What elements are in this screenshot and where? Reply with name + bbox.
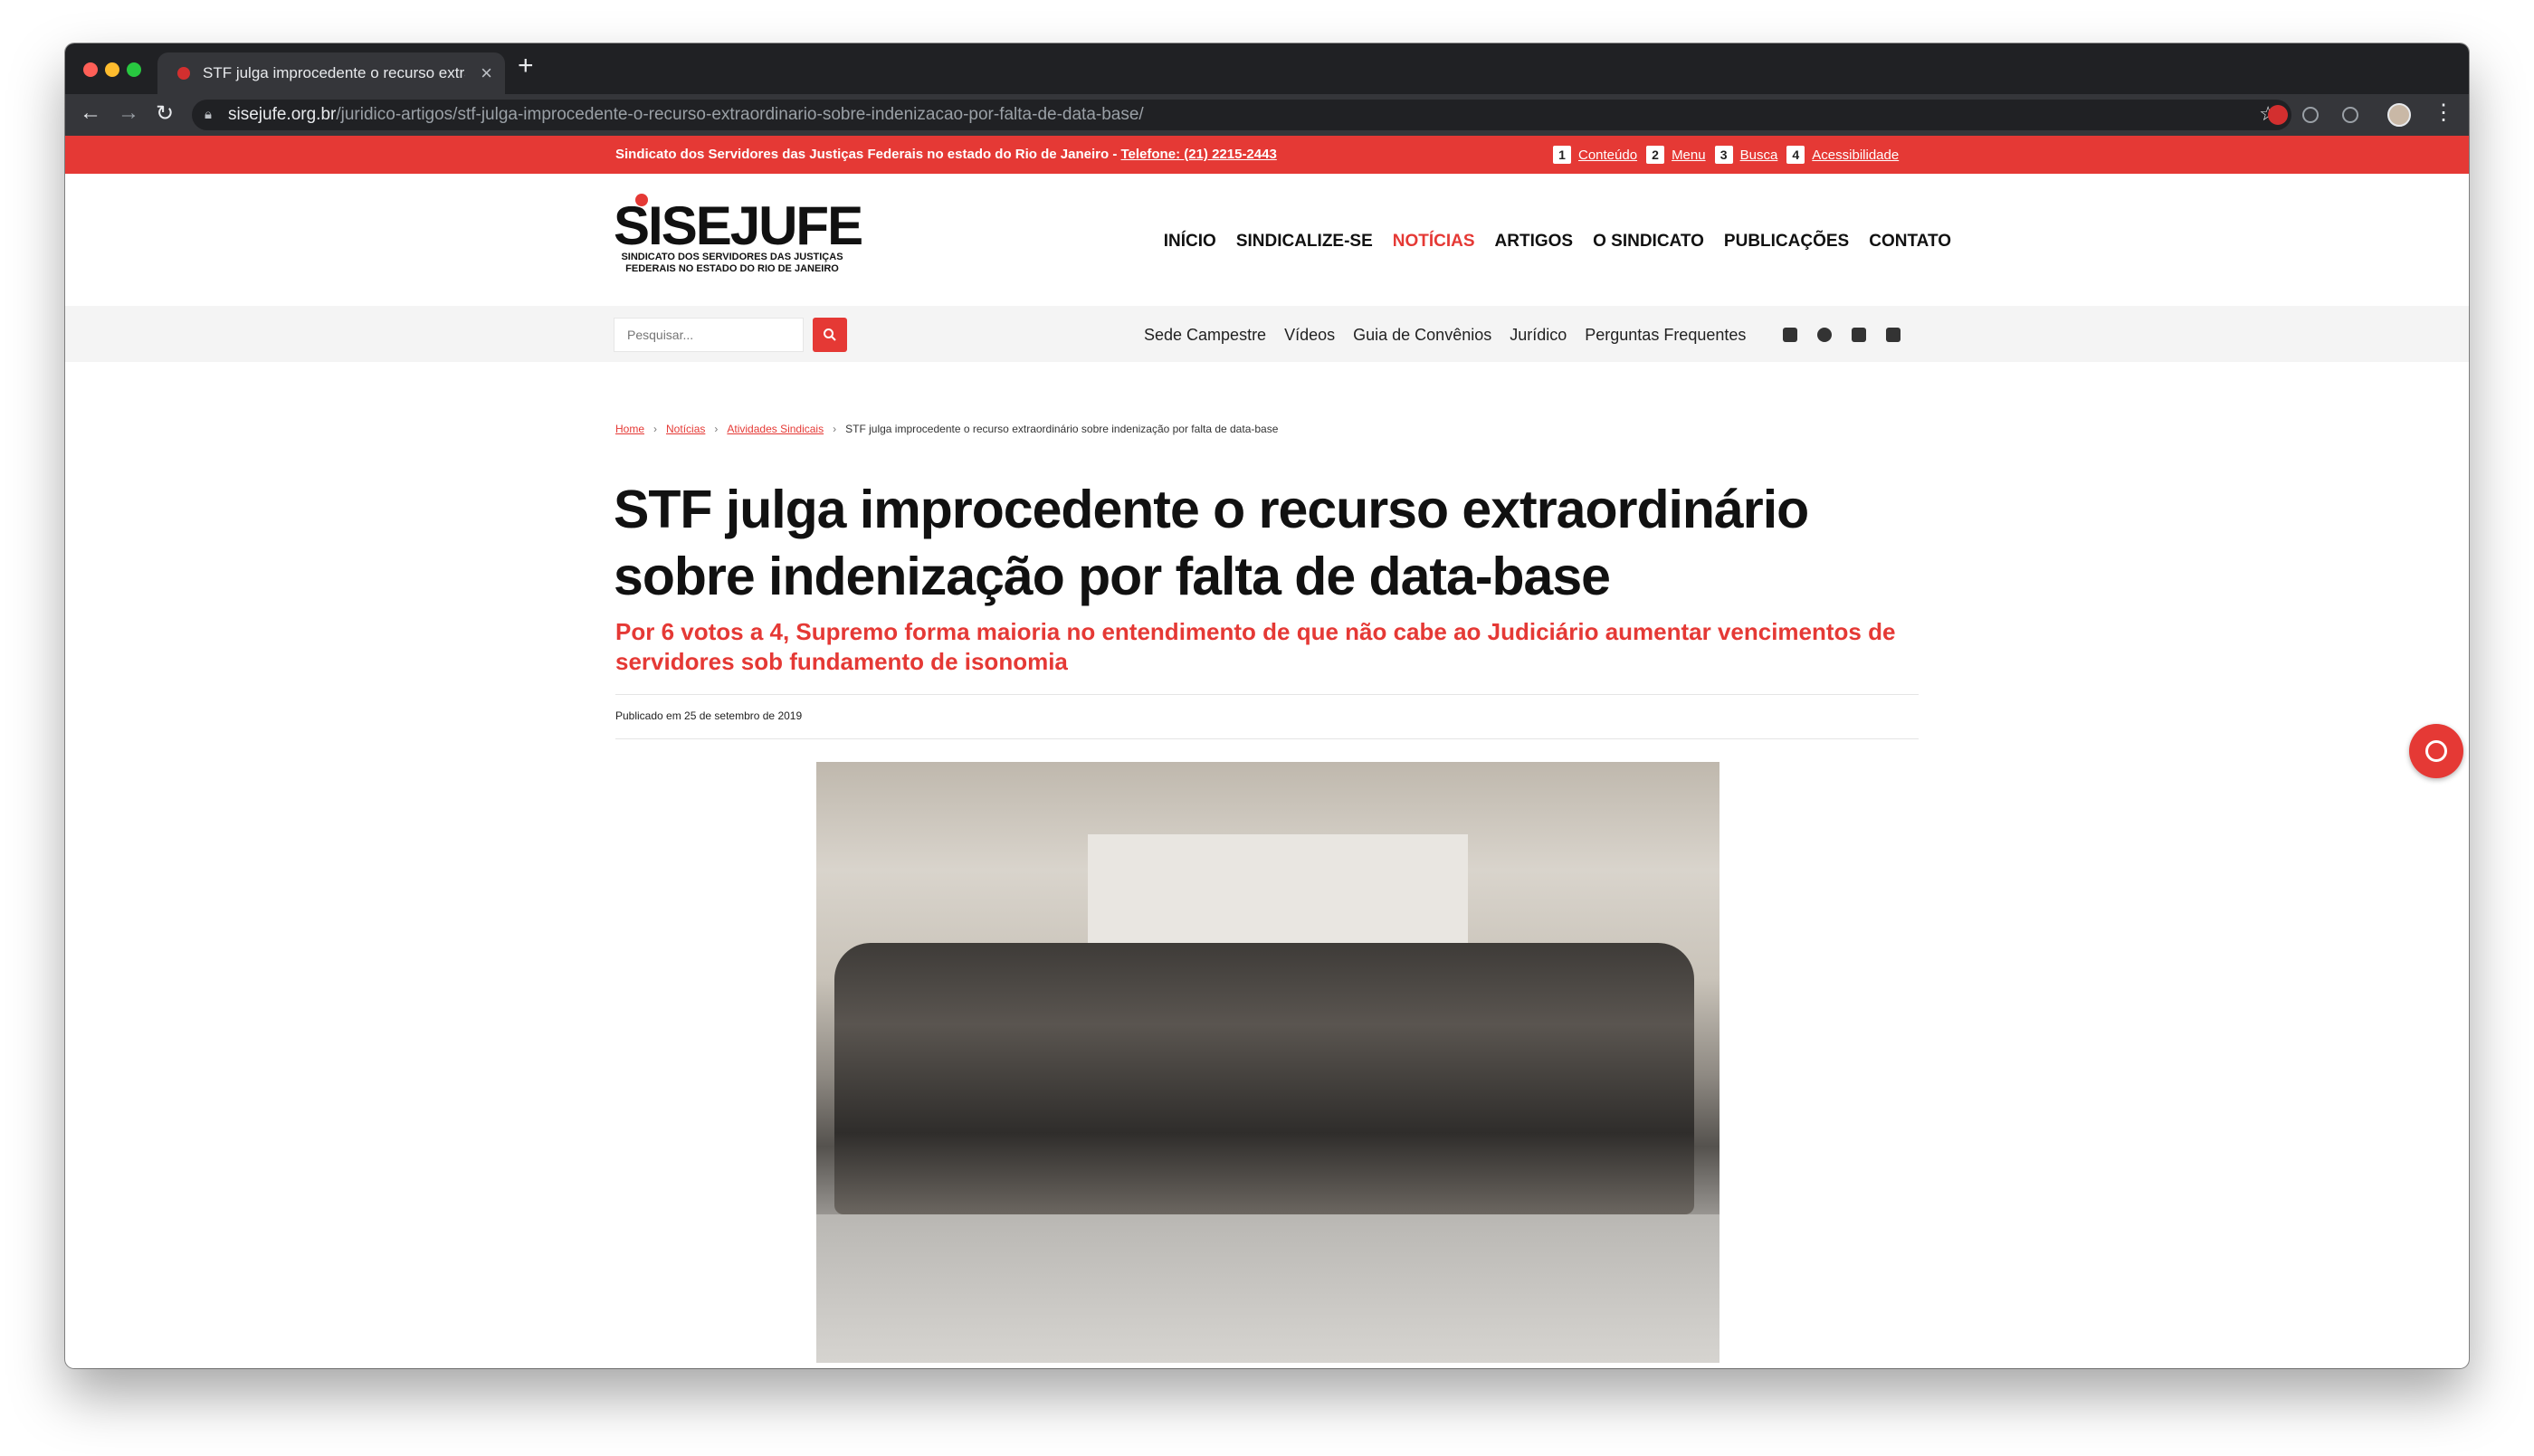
browser-menu-icon[interactable]: ⋮ <box>2433 100 2454 126</box>
nav-item-sindicalize[interactable]: SINDICALIZE-SE <box>1236 232 1373 252</box>
phone-link[interactable]: Telefone: (21) 2215-2443 <box>1121 147 1277 162</box>
browser-window: STF julga improcedente o recurso extraor… <box>65 43 2469 1368</box>
back-arrow-icon[interactable]: ← <box>78 100 103 126</box>
logo-tagline: SINDICATO DOS SERVIDORES DAS JUSTIÇAS <box>621 252 843 262</box>
article-subtitle: Por 6 votos a 4, Supremo forma maioria n… <box>615 618 1896 675</box>
profile-avatar[interactable] <box>2387 103 2411 127</box>
sub-nav-perguntas-frequentes[interactable]: Perguntas Frequentes <box>1585 326 1746 345</box>
site-favicon-icon <box>177 67 190 80</box>
maximize-window-button[interactable] <box>127 62 141 77</box>
search-button[interactable] <box>813 318 847 352</box>
search-field[interactable] <box>614 318 804 352</box>
accessibility-button[interactable] <box>2409 724 2463 778</box>
site-top-bar: Sindicato dos Servidores das Justiças Fe… <box>65 136 2469 174</box>
publish-date: Publicado em 25 de setembro de 2019 <box>615 709 803 722</box>
minimize-window-button[interactable] <box>105 62 119 77</box>
accessibility-skip-links: 1 Conteúdo 2 Menu 3 Busca 4 Acessibilidade <box>1553 146 1899 164</box>
org-name: Sindicato dos Servidores das Justiças Fe… <box>615 147 1121 162</box>
address-bar[interactable]: 🔒︎ sisejufe.org.br/juridico-artigos/stf-… <box>192 100 2291 130</box>
forward-arrow-icon[interactable]: → <box>116 100 141 126</box>
instagram-icon[interactable] <box>1817 328 1832 342</box>
social-links <box>1783 328 1900 342</box>
extension-icon[interactable] <box>2302 107 2319 123</box>
breadcrumb-current: STF julga improcedente o recurso extraor… <box>845 423 1279 435</box>
tab-title: STF julga improcedente o recurso extraor… <box>203 64 465 81</box>
divider <box>615 694 1919 695</box>
nav-item-contato[interactable]: CONTATO <box>1869 232 1951 252</box>
article-photo <box>816 762 1720 1363</box>
chevron-right-icon: › <box>714 423 719 435</box>
extension-icon[interactable] <box>2268 105 2288 125</box>
secondary-bar: Sede Campestre Vídeos Guia de Convênios … <box>65 306 2469 362</box>
url-text[interactable]: sisejufe.org.br/juridico-artigos/stf-jul… <box>228 105 1144 125</box>
secondary-nav: Sede Campestre Vídeos Guia de Convênios … <box>1144 326 1746 345</box>
accessibility-icon <box>2425 740 2447 762</box>
extension-icon[interactable] <box>2342 107 2358 123</box>
tab-bar: STF julga improcedente o recurso extraor… <box>65 43 2469 94</box>
youtube-icon[interactable] <box>1886 328 1900 342</box>
new-tab-button[interactable]: + <box>518 51 534 81</box>
article-title: STF julga improcedente o recurso extraor… <box>614 480 1809 606</box>
browser-toolbar: ← → ↻ 🔒︎ sisejufe.org.br/juridico-artigo… <box>65 94 2469 136</box>
divider <box>615 738 1919 739</box>
breadcrumb-noticias[interactable]: Notícias <box>666 423 705 435</box>
sub-nav-videos[interactable]: Vídeos <box>1284 326 1335 345</box>
org-info: Sindicato dos Servidores das Justiças Fe… <box>615 147 1277 162</box>
breadcrumb: Home › Notícias › Atividades Sindicais ›… <box>615 423 1278 435</box>
sub-nav-juridico[interactable]: Jurídico <box>1510 326 1567 345</box>
close-tab-icon[interactable]: × <box>481 62 492 85</box>
nav-item-publicacoes[interactable]: PUBLICAÇÕES <box>1724 232 1849 252</box>
twitter-icon[interactable] <box>1852 328 1866 342</box>
skip-link-content[interactable]: 1 Conteúdo <box>1553 146 1637 164</box>
skip-link-search[interactable]: 3 Busca <box>1714 146 1777 164</box>
reload-icon[interactable]: ↻ <box>152 100 177 127</box>
nav-item-inicio[interactable]: INÍCIO <box>1164 232 1216 252</box>
lock-icon: 🔒︎ <box>205 107 212 122</box>
site-header: SISEJUFE SINDICATO DOS SERVIDORES DAS JU… <box>65 174 2469 306</box>
chevron-right-icon: › <box>833 423 837 435</box>
breadcrumb-home[interactable]: Home <box>615 423 644 435</box>
skip-link-menu[interactable]: 2 Menu <box>1646 146 1706 164</box>
skip-link-accessibility[interactable]: 4 Acessibilidade <box>1786 146 1899 164</box>
logo-tagline: FEDERAIS NO ESTADO DO RIO DE JANEIRO <box>625 263 839 274</box>
browser-tab[interactable]: STF julga improcedente o recurso extraor… <box>157 52 505 94</box>
search-icon <box>824 328 836 341</box>
chevron-right-icon: › <box>653 423 658 435</box>
logo-dot-icon <box>635 194 648 206</box>
nav-item-noticias[interactable]: NOTÍCIAS <box>1393 232 1475 252</box>
nav-item-o-sindicato[interactable]: O SINDICATO <box>1593 232 1704 252</box>
facebook-icon[interactable] <box>1783 328 1797 342</box>
breadcrumb-atividades[interactable]: Atividades Sindicais <box>727 423 824 435</box>
photo-floor <box>816 1214 1720 1363</box>
sub-nav-sede-campestre[interactable]: Sede Campestre <box>1144 326 1266 345</box>
main-nav: INÍCIO SINDICALIZE-SE NOTÍCIAS ARTIGOS O… <box>1164 232 1951 252</box>
close-window-button[interactable] <box>83 62 98 77</box>
search-input[interactable] <box>614 319 803 351</box>
photo-group <box>834 943 1694 1214</box>
logo-wordmark: SISEJUFE <box>614 195 863 256</box>
site-logo[interactable]: SISEJUFE SINDICATO DOS SERVIDORES DAS JU… <box>614 194 863 275</box>
nav-item-artigos[interactable]: ARTIGOS <box>1495 232 1574 252</box>
sub-nav-guia-convenios[interactable]: Guia de Convênios <box>1353 326 1491 345</box>
